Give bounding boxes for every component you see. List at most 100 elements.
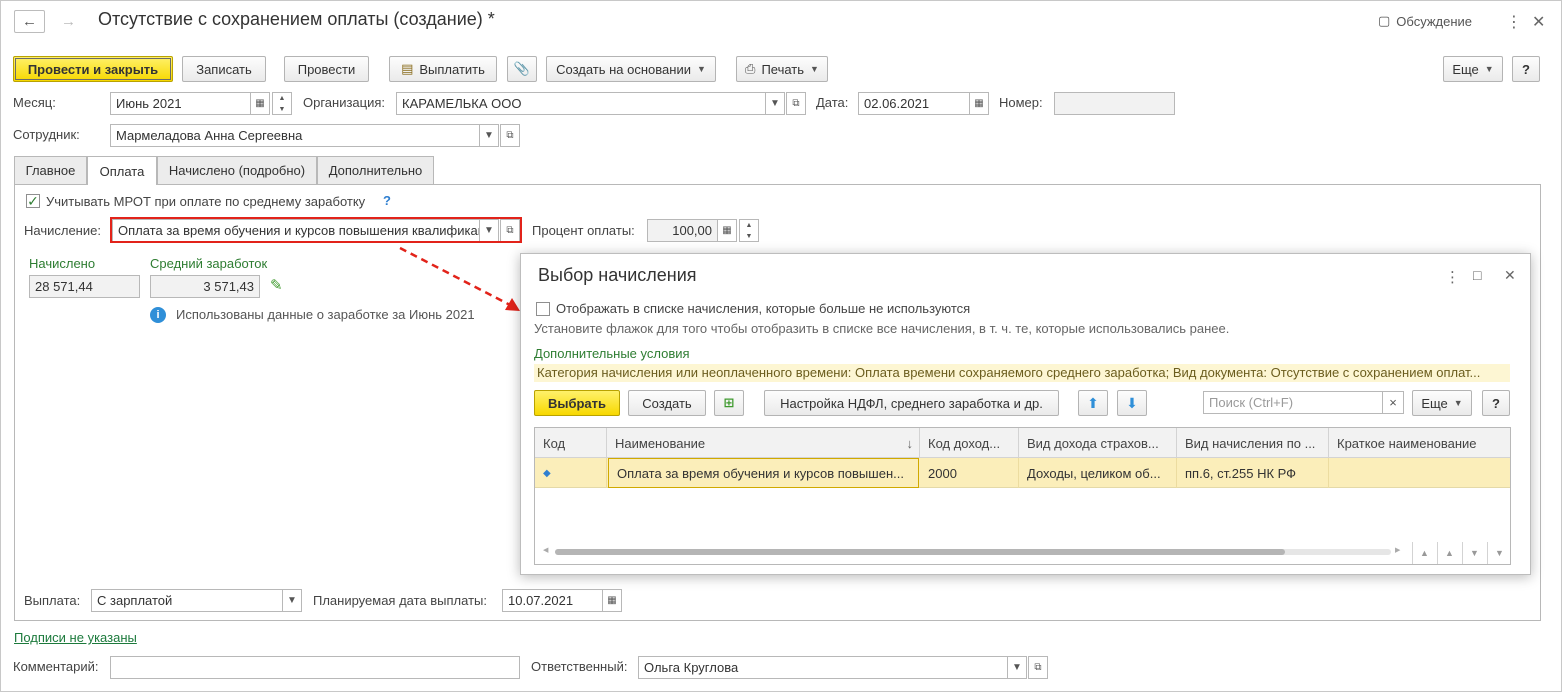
column-header-insurance-income[interactable]: Вид дохода страхов... (1019, 428, 1177, 458)
search-input[interactable]: Поиск (Ctrl+F) (1203, 391, 1383, 414)
search-clear-button[interactable]: × (1382, 391, 1404, 414)
month-spinner[interactable]: ▲ ▼ (272, 92, 292, 115)
comment-field[interactable] (110, 656, 520, 679)
responsible-field[interactable]: Ольга Круглова (638, 656, 1008, 679)
payout-label: Выплата: (24, 593, 81, 608)
tab-additional[interactable]: Дополнительно (317, 156, 434, 184)
create-button[interactable]: Создать (628, 390, 706, 416)
create-based-on-button[interactable]: Создать на основании ▼ (546, 56, 716, 82)
scroll-right-icon[interactable]: ▶ (1395, 546, 1400, 554)
tab-payment[interactable]: Оплата (87, 156, 157, 185)
column-header-code[interactable]: Код (535, 428, 607, 458)
mrot-help-mark[interactable]: ? (383, 193, 391, 208)
scroll-down-icon: ▼ (1470, 548, 1479, 558)
spin-down-icon: ▼ (745, 233, 753, 240)
average-earnings-value: 3 571,43 (150, 275, 260, 298)
column-header-accrual-kind[interactable]: Вид начисления по ... (1177, 428, 1329, 458)
dialog-help-button[interactable]: ? (1482, 390, 1510, 416)
chevron-down-icon: ▼ (287, 595, 297, 606)
employee-open-button[interactable]: ⧉ (500, 124, 520, 147)
accrual-selection-dialog: Выбор начисления ⋮ □ ✕ Отображать в спис… (520, 253, 1531, 575)
table-cell-insurance-income[interactable]: Доходы, целиком об... (1019, 458, 1177, 488)
more-vertical-icon[interactable]: ⋮ (1506, 12, 1522, 32)
column-header-name[interactable]: Наименование ↓ (607, 428, 920, 458)
calculator-button[interactable]: ▦ (717, 219, 737, 242)
tab-accrued-detailed[interactable]: Начислено (подробно) (157, 156, 317, 184)
discuss-label: Обсуждение (1396, 13, 1473, 29)
calendar-button[interactable]: ▦ (250, 92, 270, 115)
responsible-open-button[interactable]: ⧉ (1028, 656, 1048, 679)
maximize-icon[interactable]: □ (1473, 267, 1481, 283)
show-unused-checkbox[interactable] (536, 302, 550, 316)
employee-field[interactable]: Мармеладова Анна Сергеевна (110, 124, 480, 147)
column-header-short-name[interactable]: Краткое наименование (1329, 428, 1510, 458)
close-icon[interactable]: ✕ (1532, 12, 1545, 32)
extra-conditions-link[interactable]: Дополнительные условия (534, 346, 690, 361)
printer-icon: ⎙ (745, 61, 756, 76)
percent-field[interactable]: 100,00 (647, 219, 718, 242)
planned-date-field[interactable]: 10.07.2021 (502, 589, 603, 612)
post-and-close-button[interactable]: Провести и закрыть (13, 56, 173, 82)
clear-icon: × (1389, 395, 1397, 410)
add-document-icon: ⊞ (723, 395, 735, 410)
scroll-left-icon[interactable]: ◀ (543, 546, 548, 554)
active-tab-joint (88, 183, 156, 185)
move-up-button[interactable]: ⬆ (1078, 390, 1108, 416)
attach-button[interactable]: 📎 (507, 56, 537, 82)
responsible-dropdown-button[interactable]: ▼ (1007, 656, 1027, 679)
first-page-button[interactable]: ▲ (1412, 542, 1436, 564)
chevron-down-icon: ▼ (810, 64, 819, 74)
help-button[interactable]: ? (1512, 56, 1540, 82)
planned-date-calendar-button[interactable]: ▦ (602, 589, 622, 612)
page-up-button[interactable]: ▲ (1437, 542, 1461, 564)
scroll-top-icon: ▲ (1420, 548, 1429, 558)
more-vertical-icon[interactable]: ⋮ (1445, 268, 1460, 286)
select-button[interactable]: Выбрать (534, 390, 620, 416)
ndfl-settings-button[interactable]: Настройка НДФЛ, среднего заработка и др. (764, 390, 1059, 416)
pencil-icon[interactable]: ✎ (270, 276, 283, 294)
dialog-more-button[interactable]: Еще ▼ (1412, 390, 1472, 416)
page-down-button[interactable]: ▼ (1462, 542, 1486, 564)
pay-button[interactable]: ▤ Выплатить (389, 56, 497, 82)
date-calendar-button[interactable]: ▦ (969, 92, 989, 115)
post-button[interactable]: Провести (284, 56, 369, 82)
save-button[interactable]: Записать (182, 56, 266, 82)
employee-dropdown-button[interactable]: ▼ (479, 124, 499, 147)
back-button[interactable]: ← (14, 10, 45, 33)
table-cell-short-name[interactable] (1329, 458, 1510, 488)
signatures-link[interactable]: Подписи не указаны (14, 630, 137, 645)
table-cell-accrual-kind[interactable]: пп.6, ст.255 НК РФ (1177, 458, 1329, 488)
wallet-icon: ▤ (401, 61, 414, 76)
tab-main[interactable]: Главное (14, 156, 87, 184)
payout-field[interactable]: С зарплатой (91, 589, 283, 612)
table-row[interactable]: ◆ Оплата за время обучения и курсов повы… (535, 458, 1510, 488)
scroll-up-icon: ▲ (1445, 548, 1454, 558)
calendar-icon: ▦ (974, 98, 984, 109)
last-page-button[interactable]: ▼ (1487, 542, 1510, 564)
column-header-income-code[interactable]: Код доход... (920, 428, 1019, 458)
discuss-link[interactable]: ▢ Обсуждение (1378, 13, 1472, 29)
number-field[interactable] (1054, 92, 1175, 115)
date-field[interactable]: 02.06.2021 (858, 92, 970, 115)
close-icon[interactable]: ✕ (1504, 267, 1516, 284)
organization-dropdown-button[interactable]: ▼ (765, 92, 785, 115)
chat-icon: ▢ (1378, 13, 1391, 28)
scroll-thumb[interactable] (555, 549, 1285, 555)
forward-button[interactable]: → (53, 10, 84, 33)
percent-spinner[interactable]: ▲ ▼ (739, 219, 759, 242)
organization-field[interactable]: КАРАМЕЛЬКА ООО (396, 92, 766, 115)
percent-label: Процент оплаты: (532, 223, 635, 238)
month-field[interactable]: Июнь 2021 (110, 92, 251, 115)
calculator-icon: ▦ (722, 225, 732, 236)
horizontal-scrollbar[interactable]: ◀ ▶ (543, 546, 1403, 557)
organization-open-button[interactable]: ⧉ (786, 92, 806, 115)
payout-dropdown-button[interactable]: ▼ (282, 589, 302, 612)
create-copy-button[interactable]: ⊞ (714, 390, 744, 416)
more-button[interactable]: Еще ▼ (1443, 56, 1503, 82)
print-button[interactable]: ⎙ Печать ▼ (736, 56, 828, 82)
mrot-checkbox[interactable]: ✓ (26, 193, 40, 209)
planned-date-label: Планируемая дата выплаты: (313, 593, 487, 608)
table-cell-income-code[interactable]: 2000 (920, 458, 1019, 488)
move-down-button[interactable]: ⬇ (1117, 390, 1147, 416)
table-cell-name[interactable]: Оплата за время обучения и курсов повыше… (608, 458, 919, 488)
